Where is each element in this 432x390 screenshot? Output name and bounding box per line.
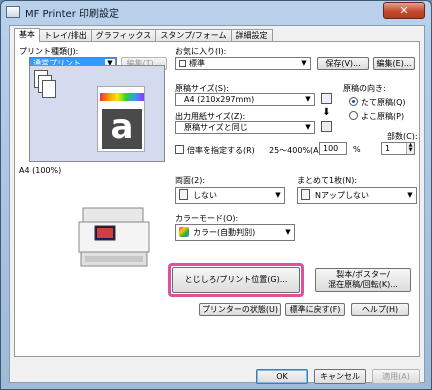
booklet-poster-button[interactable]: 製本/ポスター/ 混在原稿/回転(K)... [315,268,411,292]
chevron-down-icon: ▼ [305,95,311,103]
arrow-down-icon: ⬇ [322,107,331,118]
highlight-box [168,263,304,297]
scale-spinner[interactable]: 100 [319,142,347,155]
scale-range-label: 25〜400%(A) [269,146,322,155]
title-bar: MF Printer 印刷設定 ✕ [1,1,431,23]
color-mode-select[interactable]: カラー(自動判別) ▼ [175,224,295,241]
percent-label: % [353,145,361,154]
sample-letter-icon: a [102,109,142,149]
basic-tab-panel: プリント種類(J): 通常プリント ▼ 編集(T)... a A4 (100%) [14,41,420,357]
favorite-icon [179,60,186,67]
chevron-down-icon: ▼ [301,59,307,67]
landscape-radio[interactable] [349,111,358,120]
window-title: MF Printer 印刷設定 [25,8,120,20]
single-sided-icon [179,189,188,200]
dialog-client-area: 基本 トレイ/排出 グラフィックス スタンプ/フォーム 詳細設定 プリント種類(… [9,25,425,384]
output-size-select[interactable]: 原稿サイズと同じ ▼ [175,121,315,134]
page-preview: a [29,65,165,162]
spin-arrows-icon[interactable]: ▲ ▼ [406,143,414,154]
ok-button[interactable]: OK [256,369,308,384]
printer-illustration-icon [78,207,150,267]
apply-button[interactable]: 適用(A) [372,369,420,384]
nup-select[interactable]: Nアップしない ▼ [297,187,417,204]
page-size-icon [321,93,332,104]
chevron-down-icon: ▼ [407,191,413,199]
original-size-select[interactable]: A4 (210x297mm) ▼ [175,93,315,106]
copies-label: 部数(C): [387,132,418,141]
preview-sheet: a [97,86,145,152]
scale-checkbox[interactable] [175,145,184,154]
nup-label: まとめて1枚(N): [297,176,358,185]
portrait-radio[interactable] [349,97,358,106]
scale-label: 倍率を指定する(R) [187,146,255,155]
chevron-down-icon: ▼ [305,123,311,131]
edit-favorite-button[interactable]: 編集(E)... [373,57,415,70]
color-mode-label: カラーモード(O): [175,214,239,223]
favorites-select[interactable]: 標準 ▼ [175,57,311,70]
print-type-label: プリント種類(J): [19,47,79,56]
printer-app-icon [6,6,20,18]
color-bar [100,93,144,101]
duplex-select[interactable]: しない ▼ [175,187,285,204]
chevron-down-icon: ▼ [275,191,281,199]
landscape-label: よこ原稿(P) [361,112,405,121]
duplex-label: 両面(2): [175,176,206,185]
reset-defaults-button[interactable]: 標準に戻す(F) [285,303,345,316]
cancel-button[interactable]: キャンセル [314,369,366,384]
output-printer-icon [321,121,332,132]
portrait-label: たて原稿(Q) [361,98,406,107]
printer-status-button[interactable]: プリンターの状態(U) [199,303,281,316]
print-settings-window: MF Printer 印刷設定 ✕ 基本 トレイ/排出 グラフィックス スタンプ… [0,0,432,390]
single-page-icon [301,189,310,200]
layout-thumbnail-icon [34,70,56,98]
save-favorite-button[interactable]: 保存(V)... [317,57,369,70]
color-palette-icon [179,227,189,237]
orientation-label: 原稿の向き: [343,84,386,93]
tab-strip: 基本 トレイ/排出 グラフィックス スタンプ/フォーム 詳細設定 [14,28,273,42]
paper-info-label: A4 (100%) [19,166,62,175]
favorites-label: お気に入り(I): [175,47,227,56]
copies-spinner[interactable]: 1 ▲ ▼ [381,142,415,155]
tab-basic[interactable]: 基本 [14,28,40,42]
help-button[interactable]: ヘルプ(H) [351,303,409,316]
close-button[interactable]: ✕ [383,2,425,19]
chevron-down-icon: ▼ [285,228,291,236]
